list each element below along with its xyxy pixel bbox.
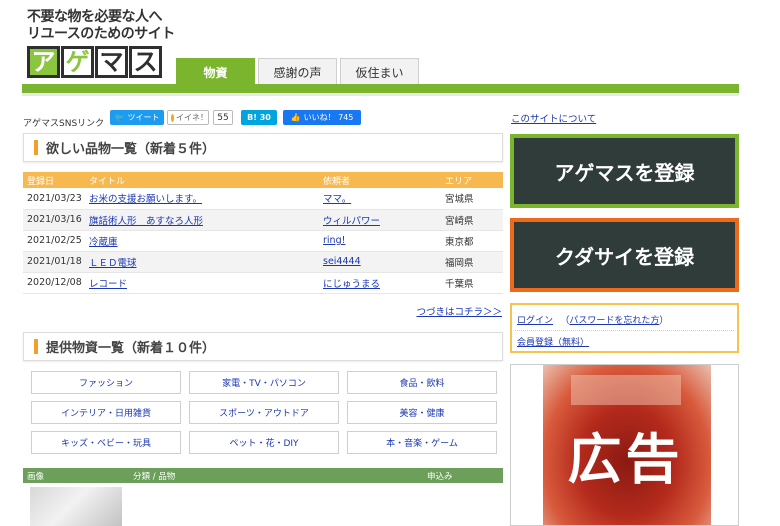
row-title-link[interactable]: レコード	[89, 279, 127, 290]
category-pet[interactable]: ペット・花・DIY	[189, 431, 339, 454]
paren-open: （	[555, 316, 570, 326]
tab-goods[interactable]: 物資	[176, 58, 255, 85]
ad-image-highlight	[571, 375, 681, 405]
logo-char: マ	[95, 46, 128, 78]
category-books[interactable]: 本・音楽・ゲーム	[347, 431, 497, 454]
column-header: 分類 / 品物	[133, 471, 176, 482]
login-link[interactable]: ログイン	[517, 316, 553, 326]
item-thumbnail[interactable]	[30, 487, 122, 526]
column-header: 登録日	[23, 172, 85, 188]
column-header: 申込み	[427, 471, 453, 482]
column-header: 画像	[27, 471, 45, 482]
category-beauty[interactable]: 美容・健康	[347, 401, 497, 424]
offered-heading: 提供物資一覧（新着１０件）	[46, 341, 216, 356]
heading-accent	[34, 339, 38, 354]
wanted-heading: 欲しい品物一覧（新着５件）	[46, 142, 216, 157]
heading-accent	[34, 140, 38, 155]
row-date: 2021/02/25	[23, 230, 85, 252]
table-row: 2021/03/23 お米の支援お願いします。 ママ。 宮城県	[23, 188, 503, 210]
tweet-button[interactable]: 🐦 ツイート	[110, 110, 164, 125]
thumbs-up-icon: 👍	[290, 113, 301, 122]
hatena-bookmark-button[interactable]: B! 30	[241, 110, 277, 125]
signup-row: 会員登録（無料）	[517, 335, 589, 348]
category-sports[interactable]: スポーツ・アウトドア	[189, 401, 339, 424]
offered-heading-box: 提供物資一覧（新着１０件）	[23, 332, 503, 361]
register-kudasai-button[interactable]: クダサイを登録	[510, 218, 739, 292]
row-area: 東京都	[441, 230, 503, 252]
table-row: 2020/12/08 レコード にじゅうまる 千葉県	[23, 272, 503, 294]
offered-table-header: 画像 分類 / 品物 申込み	[23, 468, 503, 483]
row-area: 千葉県	[441, 272, 503, 294]
column-header: 依頼者	[319, 172, 441, 188]
facebook-like-label: いいね！ 745	[303, 113, 354, 122]
table-header-row: 登録日 タイトル 依頼者 エリア	[23, 172, 503, 188]
signup-link[interactable]: 会員登録（無料）	[517, 338, 589, 348]
divider	[515, 330, 734, 331]
row-requester-link[interactable]: にじゅうまる	[323, 279, 380, 290]
row-title-link[interactable]: ＬＥＤ電球	[89, 258, 137, 269]
iine-icon	[171, 113, 174, 122]
facebook-like-button[interactable]: 👍 いいね！ 745	[283, 110, 361, 125]
table-row: 2021/03/16 旗話術人形 あすなろ人形 ウィルパワー 宮崎県	[23, 209, 503, 231]
twitter-icon: 🐦	[114, 113, 125, 122]
tab-housing[interactable]: 仮住まい	[340, 58, 419, 85]
login-box: ログイン （パスワードを忘れた方） 会員登録（無料）	[510, 303, 739, 353]
row-requester-link[interactable]: ウィルパワー	[323, 216, 380, 227]
iine-button[interactable]: イイネ！	[167, 110, 209, 125]
more-wanted-link[interactable]: つづきはコチラ＞＞	[416, 304, 502, 318]
main-tabs: 物資 感謝の声 仮住まい	[176, 58, 422, 85]
logo-char: ス	[129, 46, 162, 78]
sns-label: アゲマスSNSリンク	[23, 119, 105, 129]
row-date: 2020/12/08	[23, 272, 85, 294]
wanted-heading-box: 欲しい品物一覧（新着５件）	[23, 133, 503, 162]
table-row: 2021/01/18 ＬＥＤ電球 sei4444 福岡県	[23, 251, 503, 273]
category-food[interactable]: 食品・飲料	[347, 371, 497, 394]
logo-char: ゲ	[61, 46, 94, 78]
row-requester-link[interactable]: ママ。	[323, 194, 351, 205]
row-title-link[interactable]: 冷蔵庫	[89, 237, 118, 248]
table-row: 2021/02/25 冷蔵庫 ring! 東京都	[23, 230, 503, 252]
tagline-line1: 不要な物を必要な人へ	[27, 9, 163, 25]
category-kids[interactable]: キッズ・ベビー・玩具	[31, 431, 181, 454]
row-date: 2021/01/18	[23, 251, 85, 273]
category-electronics[interactable]: 家電・TV・パソコン	[189, 371, 339, 394]
header-divider-shadow	[22, 93, 739, 96]
header-divider	[22, 84, 739, 93]
tab-thanks[interactable]: 感謝の声	[258, 58, 337, 85]
row-area: 宮崎県	[441, 209, 503, 231]
advertisement[interactable]: 広告	[510, 364, 739, 526]
row-requester-link[interactable]: ring!	[323, 235, 345, 246]
tagline-line2: リユースのためのサイト	[27, 26, 175, 42]
iine-count: 55	[213, 110, 233, 125]
logo-mark: ア ゲ マ ス	[27, 46, 177, 78]
login-row: ログイン （パスワードを忘れた方）	[517, 313, 668, 326]
register-agemasu-button[interactable]: アゲマスを登録	[510, 134, 739, 208]
paren-close: ）	[659, 316, 669, 326]
tweet-label: ツイート	[127, 113, 160, 122]
category-interior[interactable]: インテリア・日用雑貨	[31, 401, 181, 424]
column-header: エリア	[441, 172, 503, 188]
row-area: 福岡県	[441, 251, 503, 273]
row-title-link[interactable]: 旗話術人形 あすなろ人形	[89, 216, 203, 227]
about-link[interactable]: このサイトについて	[511, 111, 596, 125]
row-requester-link[interactable]: sei4444	[323, 256, 361, 267]
column-header: タイトル	[85, 172, 319, 188]
row-date: 2021/03/16	[23, 209, 85, 231]
row-title-link[interactable]: お米の支援お願いします。	[89, 194, 202, 205]
row-date: 2021/03/23	[23, 188, 85, 210]
category-fashion[interactable]: ファッション	[31, 371, 181, 394]
row-area: 宮城県	[441, 188, 503, 210]
site-logo[interactable]: 不要な物を必要な人へ リユースのためのサイト ア ゲ マ ス	[27, 9, 177, 78]
wanted-table: 登録日 タイトル 依頼者 エリア 2021/03/23 お米の支援お願いします。…	[23, 172, 503, 294]
logo-char: ア	[27, 46, 60, 78]
forgot-password-link[interactable]: パスワードを忘れた方	[569, 316, 659, 326]
category-grid: ファッション 家電・TV・パソコン 食品・飲料 インテリア・日用雑貨 スポーツ・…	[31, 371, 502, 454]
ad-label: 広告	[567, 428, 684, 491]
iine-label: イイネ！	[176, 113, 208, 122]
